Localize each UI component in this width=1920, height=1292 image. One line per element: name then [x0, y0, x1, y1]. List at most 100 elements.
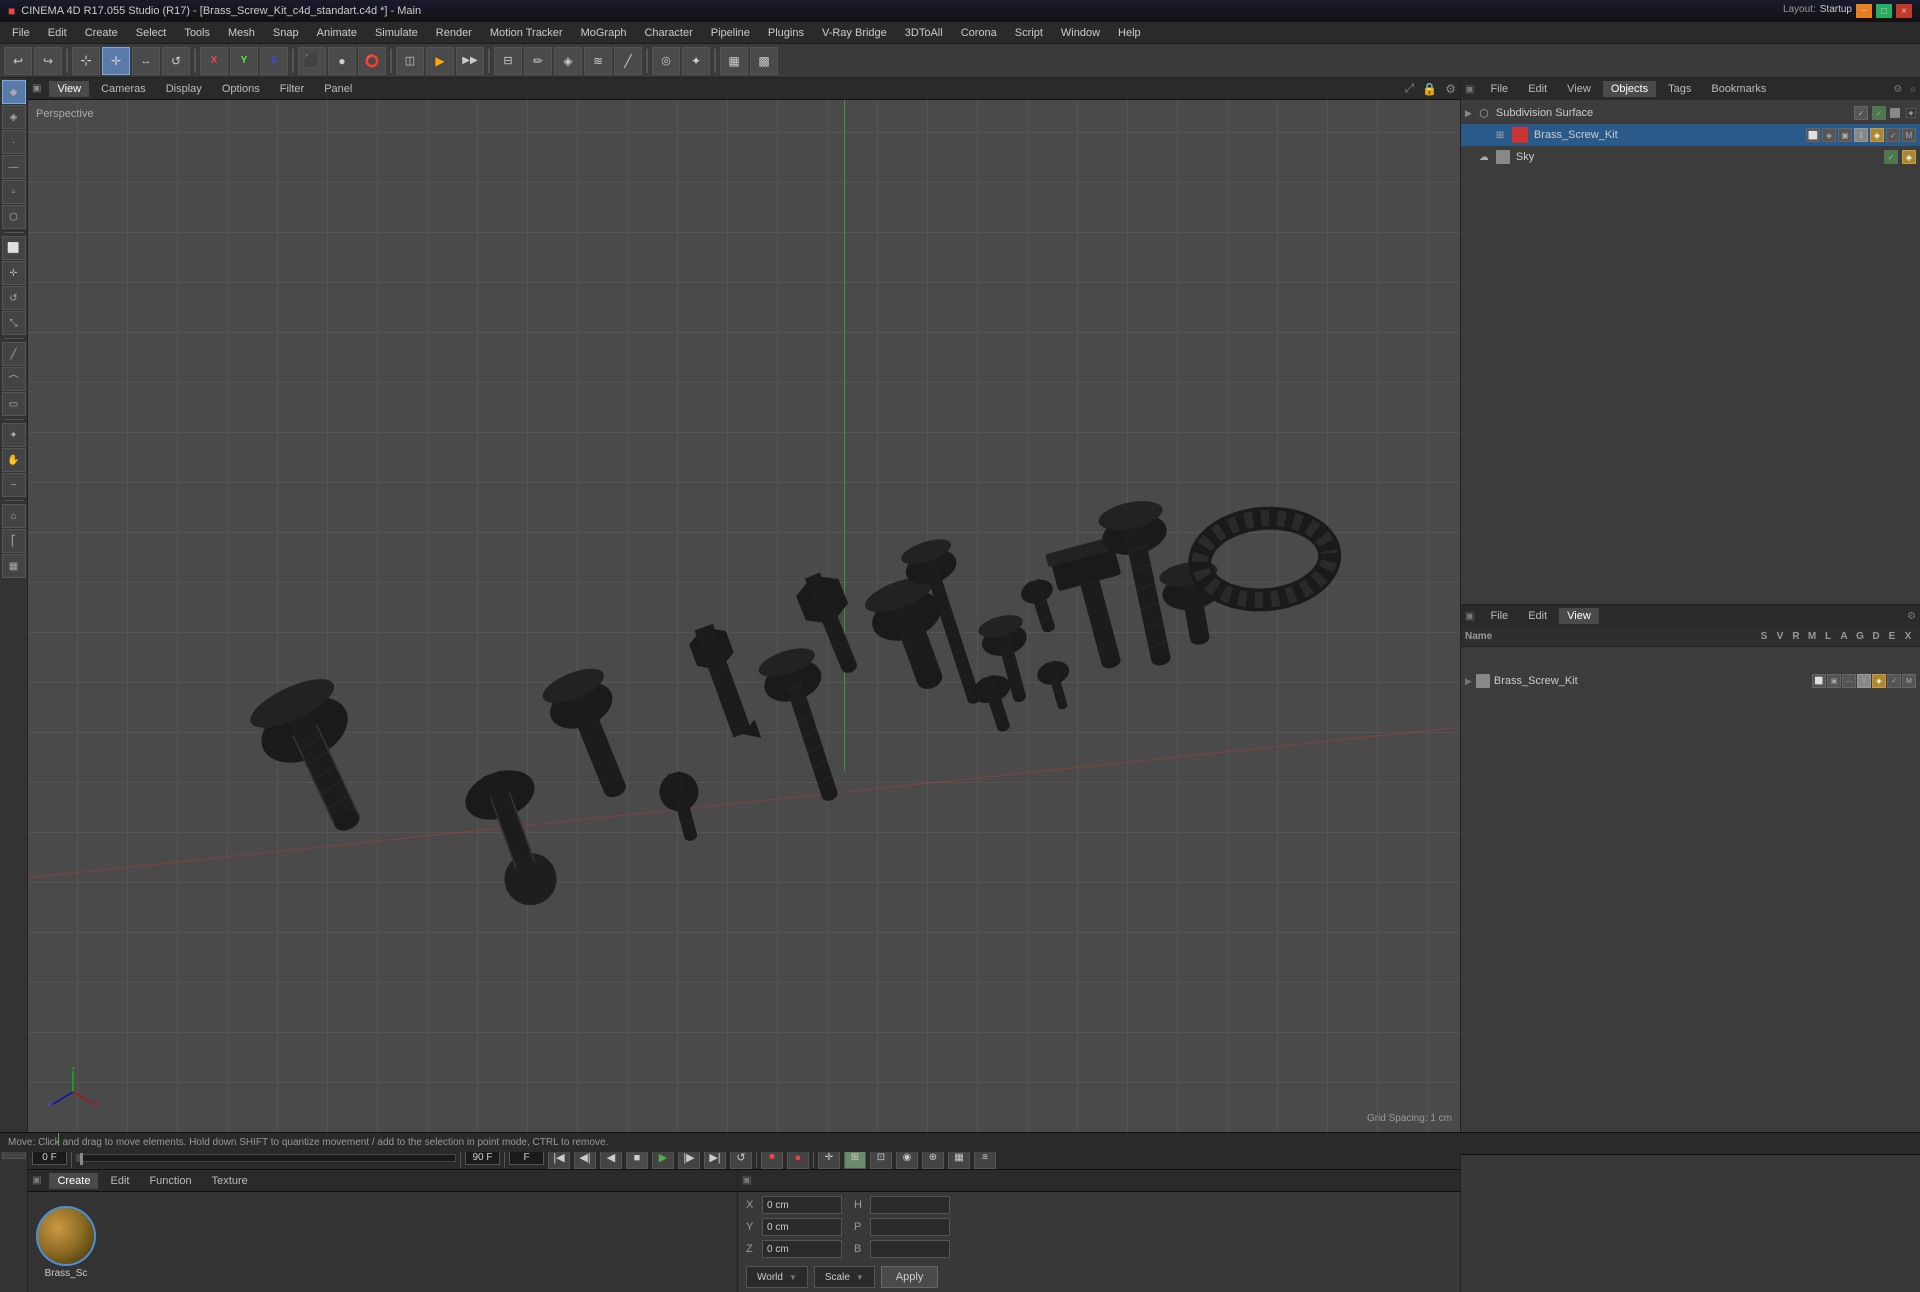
obj-cb-v-subdivision[interactable]: ✓ — [1872, 106, 1886, 120]
live-select-button[interactable]: ⊹ — [72, 47, 100, 75]
line-tool-button[interactable]: ╱ — [2, 342, 26, 366]
menu-mograph[interactable]: MoGraph — [573, 25, 635, 41]
mat-tab-edit[interactable]: Edit — [102, 1173, 137, 1189]
undo-button[interactable]: ↩ — [4, 47, 32, 75]
menu-motion-tracker[interactable]: Motion Tracker — [482, 25, 571, 41]
move-tool-left-button[interactable]: ✛ — [2, 261, 26, 285]
viewport-settings-icon[interactable]: ⚙ — [1445, 82, 1456, 96]
menu-corona[interactable]: Corona — [953, 25, 1005, 41]
terrain-button[interactable]: ⌂ — [2, 504, 26, 528]
menu-character[interactable]: Character — [636, 25, 700, 41]
coord-field-p[interactable] — [870, 1218, 950, 1236]
menu-render[interactable]: Render — [428, 25, 480, 41]
polygon-mode-button[interactable]: ▫ — [2, 180, 26, 204]
viewport-expand-icon[interactable]: ⤢ — [1405, 81, 1415, 96]
render-all-button[interactable]: ▶▶ — [456, 47, 484, 75]
menu-window[interactable]: Window — [1053, 25, 1108, 41]
scale-mode-button[interactable]: Scale ▼ — [814, 1266, 875, 1288]
cylinder-button[interactable]: ⭕ — [358, 47, 386, 75]
display2-button[interactable]: ▩ — [750, 47, 778, 75]
obj-top-tab-objects[interactable]: Objects — [1603, 81, 1656, 97]
z-axis-button[interactable]: Z — [260, 47, 288, 75]
obj-row-brass-screw-kit[interactable]: ▶ ⊞ Brass_Screw_Kit ⬜ ◈ ▣ ⅈ ◈ ✓ M — [1461, 124, 1920, 146]
menu-plugins[interactable]: Plugins — [760, 25, 812, 41]
menu-pipeline[interactable]: Pipeline — [703, 25, 758, 41]
point-mode-button[interactable]: · — [2, 130, 26, 154]
sphere-button[interactable]: ● — [328, 47, 356, 75]
obj-bottom-settings-icon[interactable]: ⚙ — [1907, 611, 1916, 622]
obj-top-settings-icon[interactable]: ⚙ — [1893, 84, 1902, 95]
redo-button[interactable]: ↪ — [34, 47, 62, 75]
arc-tool-button[interactable]: ⌒ — [2, 367, 26, 391]
apply-button[interactable]: Apply — [881, 1266, 939, 1288]
obj-bottom-tab-view[interactable]: View — [1559, 608, 1599, 624]
edge-mode-button[interactable]: — — [2, 155, 26, 179]
menu-vray-bridge[interactable]: V-Ray Bridge — [814, 25, 895, 41]
menu-simulate[interactable]: Simulate — [367, 25, 426, 41]
light-button[interactable]: ✦ — [682, 47, 710, 75]
grab-tool-button[interactable]: ✋ — [2, 448, 26, 472]
viewport[interactable]: Perspective — [28, 100, 1460, 1132]
coord-field-h[interactable] — [870, 1196, 950, 1214]
mat-tab-function[interactable]: Function — [141, 1173, 199, 1189]
move-button[interactable]: ✛ — [102, 47, 130, 75]
cube-button[interactable]: ⬛ — [298, 47, 326, 75]
floor-button[interactable]: ⊟ — [494, 47, 522, 75]
display1-button[interactable]: ▦ — [720, 47, 748, 75]
menu-script[interactable]: Script — [1007, 25, 1051, 41]
texture-button[interactable]: ◈ — [554, 47, 582, 75]
obj-top-tab-edit[interactable]: Edit — [1520, 81, 1555, 97]
scale-button[interactable]: ↔ — [132, 47, 160, 75]
smooth-tool-button[interactable]: ~ — [2, 473, 26, 497]
material-item-brass[interactable]: Brass_Sc — [36, 1206, 96, 1279]
viewport-tab-display[interactable]: Display — [158, 81, 210, 97]
model-mode-button[interactable]: ◆ — [2, 80, 26, 104]
obj-row-subdivision[interactable]: ▶ ⬡ Subdivision Surface ✓ ✓ ◈ — [1461, 102, 1920, 124]
obj-bottom-tab-file[interactable]: File — [1482, 608, 1516, 624]
rotate-button[interactable]: ↺ — [162, 47, 190, 75]
maximize-button[interactable]: □ — [1876, 4, 1892, 18]
menu-select[interactable]: Select — [128, 25, 175, 41]
coord-field-x[interactable]: 0 cm — [762, 1196, 842, 1214]
material-row-brass[interactable]: ▶ Brass_Screw_Kit ⬜ ▣ — i ◈ ✓ M — [1461, 649, 1920, 713]
obj-top-tab-bookmarks[interactable]: Bookmarks — [1703, 81, 1774, 97]
texture-mode-button[interactable]: ◈ — [2, 105, 26, 129]
menu-snap[interactable]: Snap — [265, 25, 307, 41]
knife-button[interactable]: ╱ — [614, 47, 642, 75]
timeline-progress-bar[interactable] — [76, 1154, 456, 1162]
viewport-tab-cameras[interactable]: Cameras — [93, 81, 154, 97]
render-active-button[interactable]: ▶ — [426, 47, 454, 75]
deform-button[interactable]: ⎡ — [2, 529, 26, 553]
menu-3dtoall[interactable]: 3DToAll — [897, 25, 951, 41]
coord-field-y[interactable]: 0 cm — [762, 1218, 842, 1236]
menu-file[interactable]: File — [4, 25, 38, 41]
menu-mesh[interactable]: Mesh — [220, 25, 263, 41]
menu-help[interactable]: Help — [1110, 25, 1149, 41]
menu-animate[interactable]: Animate — [309, 25, 365, 41]
obj-top-tab-file[interactable]: File — [1482, 81, 1516, 97]
mat-tab-texture[interactable]: Texture — [204, 1173, 256, 1189]
rotate-tool-left-button[interactable]: ↺ — [2, 286, 26, 310]
mat-tab-create[interactable]: Create — [49, 1173, 98, 1189]
viewport-tab-view[interactable]: View — [49, 81, 89, 97]
obj-row-sky[interactable]: ▶ ☁ Sky ✓ ◈ — [1461, 146, 1920, 168]
y-axis-button[interactable]: Y — [230, 47, 258, 75]
obj-top-tab-tags[interactable]: Tags — [1660, 81, 1699, 97]
menu-tools[interactable]: Tools — [176, 25, 218, 41]
world-mode-button[interactable]: World ▼ — [746, 1266, 808, 1288]
scale-tool-left-button[interactable]: ⤡ — [2, 311, 26, 335]
minimize-button[interactable]: − — [1856, 4, 1872, 18]
obj-top-tab-view[interactable]: View — [1559, 81, 1599, 97]
coord-field-b[interactable] — [870, 1240, 950, 1258]
hair-button[interactable]: ≋ — [584, 47, 612, 75]
select-all-left-button[interactable]: ⬜ — [2, 236, 26, 260]
close-button[interactable]: × — [1896, 4, 1912, 18]
sculpt-mode-button[interactable]: ⬡ — [2, 205, 26, 229]
viewport-tab-options[interactable]: Options — [214, 81, 268, 97]
render-region-button[interactable]: ◫ — [396, 47, 424, 75]
obj-cb-sky[interactable]: ✓ — [1884, 150, 1898, 164]
viewport-tab-panel[interactable]: Panel — [316, 81, 360, 97]
menu-edit[interactable]: Edit — [40, 25, 75, 41]
coord-field-z[interactable]: 0 cm — [762, 1240, 842, 1258]
rect-tool-button[interactable]: ▭ — [2, 392, 26, 416]
